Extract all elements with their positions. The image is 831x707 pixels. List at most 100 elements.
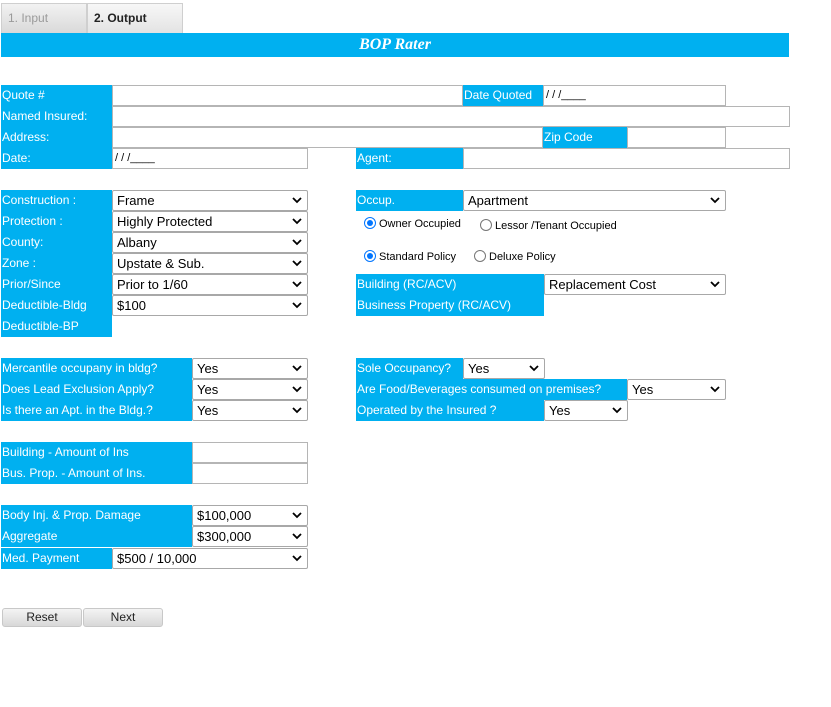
- chevron-down-icon: [292, 218, 302, 225]
- bodily-injury-select[interactable]: $100,000: [192, 505, 308, 526]
- owner-occupied-radio[interactable]: Owner Occupied: [364, 216, 461, 232]
- apt-in-bldg-value: Yes: [197, 403, 219, 418]
- chevron-down-icon: [292, 512, 302, 519]
- chevron-down-icon: [292, 281, 302, 288]
- address-label: Address:: [1, 127, 112, 148]
- deluxe-policy-label: Deluxe Policy: [489, 251, 556, 263]
- lead-exclusion-select[interactable]: Yes: [192, 379, 308, 400]
- next-button[interactable]: Next: [83, 608, 163, 627]
- reset-button[interactable]: Reset: [2, 608, 82, 627]
- chevron-down-icon: [710, 197, 720, 204]
- busprop-amount-label: Bus. Prop. - Amount of Ins.: [1, 463, 192, 484]
- zip-input[interactable]: [627, 127, 726, 148]
- chevron-down-icon: [612, 407, 622, 414]
- chevron-down-icon: [292, 365, 302, 372]
- agent-label: Agent:: [356, 148, 463, 169]
- apt-in-bldg-select[interactable]: Yes: [192, 400, 308, 421]
- lessor-tenant-radio[interactable]: Lessor /Tenant Occupied: [480, 218, 617, 234]
- chevron-down-icon: [292, 555, 302, 562]
- lead-exclusion-label: Does Lead Exclusion Apply?: [1, 379, 192, 400]
- food-beverages-select[interactable]: Yes: [627, 379, 726, 400]
- date-quoted-input[interactable]: / / /____: [543, 85, 726, 106]
- bodily-injury-label: Body Inj. & Prop. Damage: [1, 505, 192, 526]
- operated-by-insured-select[interactable]: Yes: [544, 400, 628, 421]
- quote-input[interactable]: [112, 85, 463, 106]
- county-select[interactable]: Albany: [112, 232, 308, 253]
- med-payment-value: $500 / 10,000: [117, 551, 197, 566]
- chevron-down-icon: [529, 365, 539, 372]
- date-input[interactable]: / / /____: [112, 148, 308, 169]
- building-amount-label: Building - Amount of Ins: [1, 442, 192, 463]
- deductible-bp-label: Deductible-BP: [1, 316, 112, 337]
- construction-value: Frame: [117, 193, 155, 208]
- med-payment-select[interactable]: $500 / 10,000: [112, 548, 308, 569]
- named-insured-input[interactable]: [112, 106, 790, 127]
- owner-occupied-label: Owner Occupied: [379, 218, 461, 230]
- sole-occupancy-label: Sole Occupancy?: [356, 358, 463, 379]
- tab-output[interactable]: 2. Output: [87, 3, 183, 33]
- chevron-down-icon: [292, 302, 302, 309]
- prior-since-select[interactable]: Prior to 1/60: [112, 274, 308, 295]
- protection-select[interactable]: Highly Protected: [112, 211, 308, 232]
- chevron-down-icon: [292, 533, 302, 540]
- tab-input[interactable]: 1. Input: [1, 3, 87, 33]
- business-property-rc-acv-label: Business Property (RC/ACV): [356, 295, 544, 316]
- chevron-down-icon: [292, 197, 302, 204]
- page-title: BOP Rater: [1, 33, 789, 57]
- occup-value: Apartment: [468, 193, 528, 208]
- county-value: Albany: [117, 235, 157, 250]
- chevron-down-icon: [292, 407, 302, 414]
- standard-policy-radio[interactable]: Standard Policy: [364, 249, 456, 265]
- aggregate-select[interactable]: $300,000: [192, 526, 308, 547]
- zone-label: Zone :: [1, 253, 112, 274]
- radio-checked-icon: [364, 250, 376, 262]
- tab-output-label: 2. Output: [94, 11, 147, 25]
- lessor-tenant-label: Lessor /Tenant Occupied: [495, 220, 617, 232]
- lead-exclusion-value: Yes: [197, 382, 219, 397]
- mercantile-value: Yes: [197, 361, 219, 376]
- tab-input-label: 1. Input: [8, 11, 49, 25]
- chevron-down-icon: [710, 281, 720, 288]
- mercantile-select[interactable]: Yes: [192, 358, 308, 379]
- bodily-injury-value: $100,000: [197, 508, 252, 523]
- building-rc-acv-select[interactable]: Replacement Cost: [544, 274, 726, 295]
- mercantile-label: Mercantile occupany in bldg?: [1, 358, 192, 379]
- date-label: Date:: [1, 148, 112, 169]
- chevron-down-icon: [292, 239, 302, 246]
- chevron-down-icon: [292, 260, 302, 267]
- zone-select[interactable]: Upstate & Sub.: [112, 253, 308, 274]
- named-insured-label: Named Insured:: [1, 106, 112, 127]
- prior-since-label: Prior/Since: [1, 274, 112, 295]
- chevron-down-icon: [710, 386, 720, 393]
- deluxe-policy-radio[interactable]: Deluxe Policy: [474, 249, 556, 265]
- construction-label: Construction :: [1, 190, 112, 211]
- address-input[interactable]: [112, 127, 543, 148]
- building-rc-acv-label: Building (RC/ACV): [356, 274, 544, 295]
- operated-by-insured-value: Yes: [549, 403, 571, 418]
- prior-since-value: Prior to 1/60: [117, 277, 188, 292]
- chevron-down-icon: [292, 386, 302, 393]
- radio-unchecked-icon: [474, 250, 486, 262]
- sole-occupancy-select[interactable]: Yes: [463, 358, 545, 379]
- deductible-bldg-select[interactable]: $100: [112, 295, 308, 316]
- food-beverages-value: Yes: [632, 382, 654, 397]
- occup-select[interactable]: Apartment: [463, 190, 726, 211]
- zip-label: Zip Code: [543, 127, 627, 148]
- sole-occupancy-value: Yes: [468, 361, 490, 376]
- date-quoted-label: Date Quoted: [463, 85, 543, 106]
- radio-unchecked-icon: [480, 219, 492, 231]
- zone-value: Upstate & Sub.: [117, 256, 205, 271]
- aggregate-label: Aggregate: [1, 526, 192, 547]
- busprop-amount-input[interactable]: [192, 463, 308, 484]
- radio-checked-icon: [364, 217, 376, 229]
- quote-label: Quote #: [1, 85, 112, 106]
- protection-label: Protection :: [1, 211, 112, 232]
- agent-input[interactable]: [463, 148, 790, 169]
- apt-in-bldg-label: Is there an Apt. in the Bldg.?: [1, 400, 192, 421]
- occup-label: Occup.: [356, 190, 463, 211]
- standard-policy-label: Standard Policy: [379, 251, 457, 263]
- building-amount-input[interactable]: [192, 442, 308, 463]
- construction-select[interactable]: Frame: [112, 190, 308, 211]
- med-payment-label: Med. Payment: [1, 548, 112, 569]
- aggregate-value: $300,000: [197, 529, 252, 544]
